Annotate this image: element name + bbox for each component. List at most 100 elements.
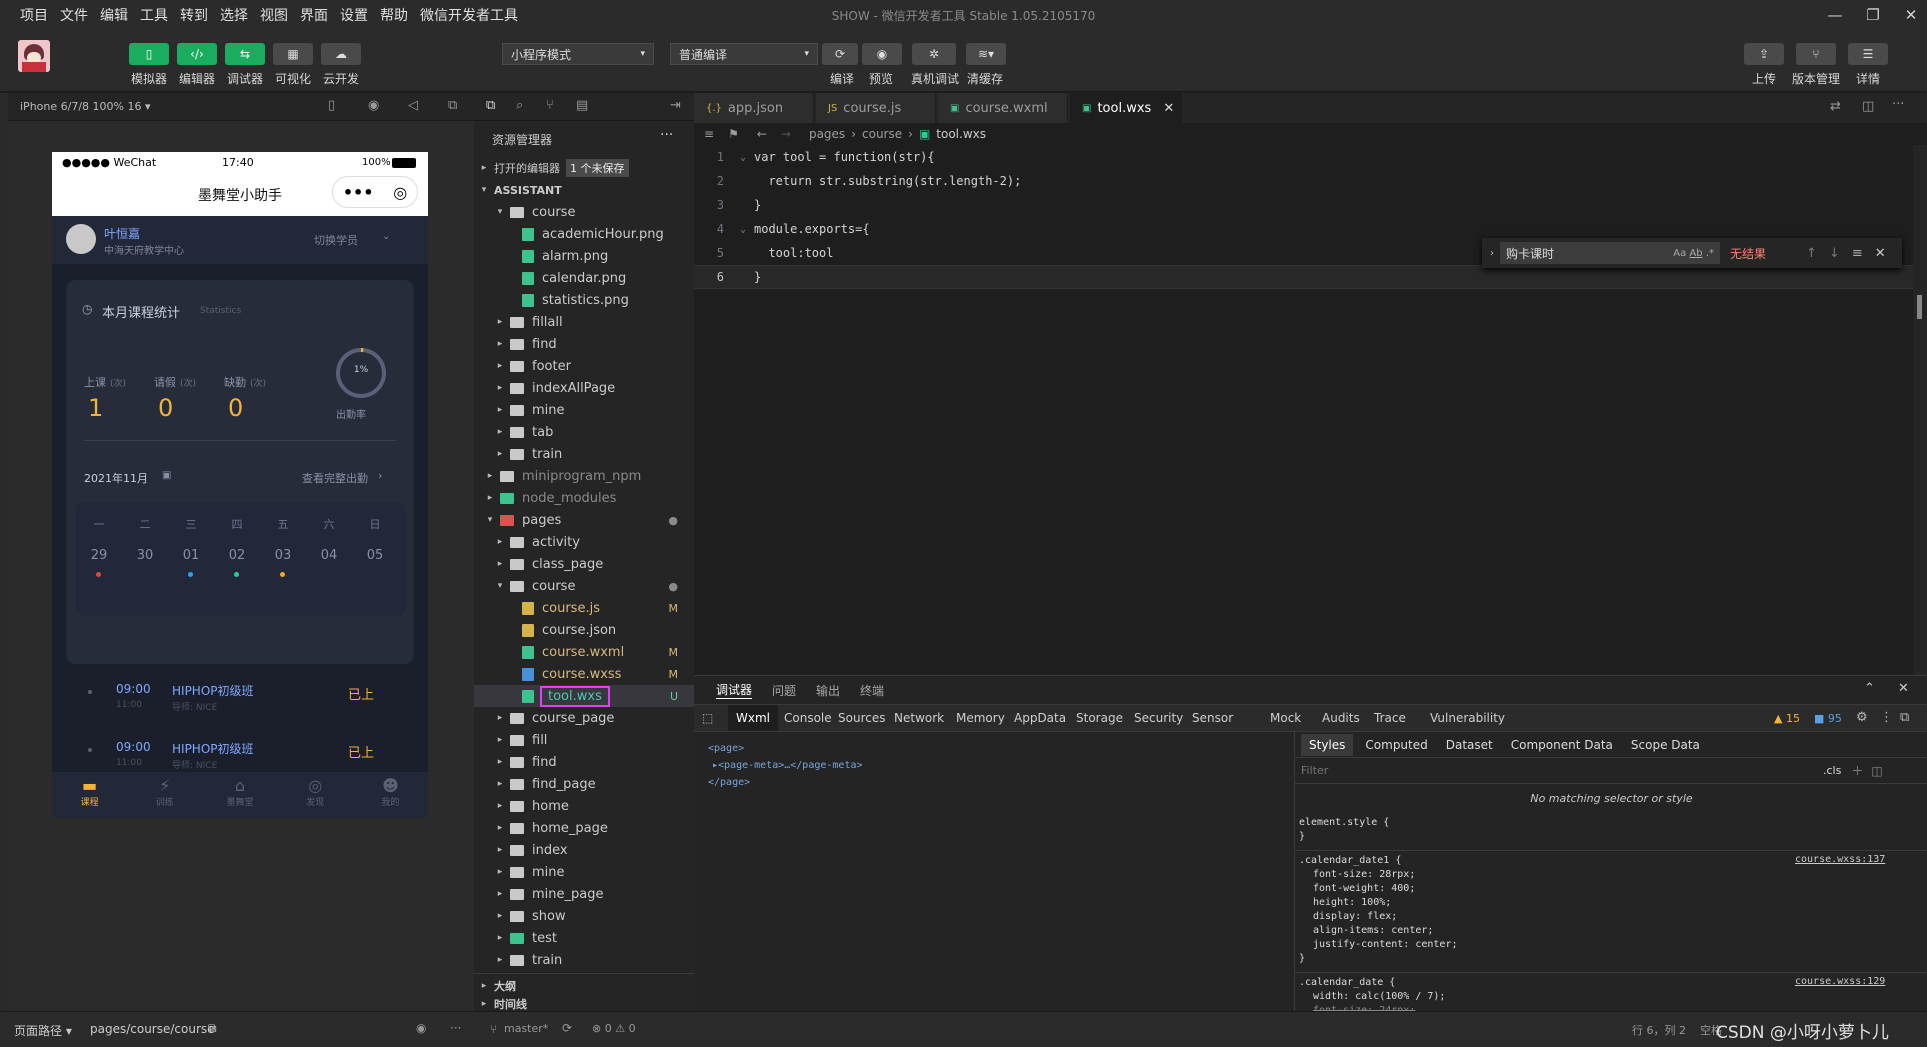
chevron-right-icon[interactable]: › bbox=[1490, 248, 1494, 259]
compile-select[interactable]: 普通编译 ▾ bbox=[670, 43, 818, 65]
page-path-select[interactable]: 页面路径 ▾ bbox=[14, 1022, 72, 1039]
devtools-tab-network[interactable]: Network bbox=[890, 705, 948, 731]
tree-item[interactable]: ▸ activity bbox=[474, 531, 694, 553]
gear-icon[interactable]: ⚙ bbox=[1856, 710, 1868, 725]
tree-item[interactable]: ▸ miniprogram_npm bbox=[474, 465, 694, 487]
simulator-toggle-button[interactable]: ▯ bbox=[129, 43, 169, 65]
tree-arrow-icon[interactable]: ▸ bbox=[494, 559, 506, 569]
cls-toggle[interactable]: .cls bbox=[1823, 764, 1841, 777]
devtools-tab-console[interactable]: Console bbox=[780, 705, 836, 731]
details-button[interactable]: ☰ bbox=[1848, 43, 1888, 65]
tree-item[interactable]: ▸ show bbox=[474, 905, 694, 927]
tab-training[interactable]: ⚡ 训练 bbox=[127, 772, 202, 818]
tab-component-data[interactable]: Component Data bbox=[1505, 734, 1619, 756]
tree-item[interactable]: ▸ train bbox=[474, 949, 694, 971]
tree-arrow-icon[interactable]: ▸ bbox=[494, 911, 506, 921]
tree-arrow-icon[interactable]: ▸ bbox=[484, 493, 496, 503]
volume-icon[interactable]: ◁ bbox=[408, 98, 418, 113]
close-icon[interactable]: ✕ bbox=[1163, 101, 1174, 116]
window-icon[interactable]: ⧉ bbox=[448, 98, 457, 113]
menu-item-project[interactable]: 项目 bbox=[14, 5, 54, 25]
bookmark-icon[interactable]: ⚑ bbox=[728, 127, 739, 141]
sync-icon[interactable]: ⟳ bbox=[562, 1021, 572, 1035]
tab-output[interactable]: 输出 bbox=[816, 682, 840, 699]
calendar-date[interactable]: 30 bbox=[130, 548, 160, 563]
tree-arrow-icon[interactable]: ▸ bbox=[494, 383, 506, 393]
tree-arrow-icon[interactable]: ▸ bbox=[494, 361, 506, 371]
files-icon[interactable]: ⧉ bbox=[486, 98, 495, 113]
menu-item-view[interactable]: 视图 bbox=[254, 5, 294, 25]
editor-tab[interactable]: JS course.js bbox=[816, 93, 936, 123]
arrow-up-icon[interactable]: ↑ bbox=[1806, 246, 1817, 261]
tree-item[interactable]: ▸ find_page bbox=[474, 773, 694, 795]
tab-debugger[interactable]: 调试器 bbox=[716, 681, 753, 699]
clear-cache-button[interactable]: ≋▾ bbox=[966, 43, 1006, 65]
devtools-tab-audits[interactable]: Audits bbox=[1318, 705, 1364, 731]
find-input[interactable]: 购卡课时 Aa Ab .* bbox=[1500, 242, 1720, 264]
more-icon[interactable]: ••• bbox=[343, 183, 374, 202]
tree-item[interactable]: tool.wxs U bbox=[474, 685, 694, 707]
tree-item[interactable]: ▸ class_page bbox=[474, 553, 694, 575]
code-line[interactable]: 3} bbox=[694, 193, 1927, 217]
tree-arrow-icon[interactable]: ▸ bbox=[494, 779, 506, 789]
tree-arrow-icon[interactable]: ▸ bbox=[494, 427, 506, 437]
devtools-tab-wxml[interactable]: Wxml bbox=[728, 705, 778, 731]
tree-item[interactable]: course.wxss M bbox=[474, 663, 694, 685]
selection-icon[interactable]: ≡ bbox=[1852, 246, 1863, 261]
tab-mine[interactable]: ☻ 我的 bbox=[353, 772, 428, 818]
devtools-tab-appdata[interactable]: AppData bbox=[1010, 705, 1070, 731]
code-line[interactable]: 2 return str.substring(str.length-2); bbox=[694, 169, 1927, 193]
css-property[interactable]: font-size: 28rpx; bbox=[1299, 868, 1458, 882]
tree-arrow-icon[interactable]: ▸ bbox=[494, 735, 506, 745]
tree-item[interactable]: ▾ pages ● bbox=[474, 509, 694, 531]
tree-arrow-icon[interactable]: ▾ bbox=[494, 581, 506, 591]
version-button[interactable]: ⑂ bbox=[1796, 43, 1836, 65]
arrow-down-icon[interactable]: ↓ bbox=[1829, 246, 1840, 261]
class-item[interactable]: 09:00 11:00 HIPHOP初级班 导师: NICE 已上 bbox=[52, 672, 428, 726]
calendar-date[interactable]: 01 bbox=[176, 548, 206, 563]
eye-icon[interactable]: ◉ bbox=[416, 1021, 426, 1035]
visual-button[interactable]: ▦ bbox=[273, 43, 313, 65]
tree-arrow-icon[interactable]: ▸ bbox=[494, 317, 506, 327]
tree-item[interactable]: ▸ home_page bbox=[474, 817, 694, 839]
record-icon[interactable]: ◉ bbox=[368, 98, 379, 113]
tree-item[interactable]: ▸ course_page bbox=[474, 707, 694, 729]
wxml-node[interactable]: ▸<page-meta>…</page-meta> bbox=[708, 757, 863, 774]
tree-item[interactable]: ▸ home bbox=[474, 795, 694, 817]
element-style-rule[interactable]: element.style { } bbox=[1299, 816, 1389, 844]
wxml-tree[interactable]: <page> ▸<page-meta>…</page-meta> </page> bbox=[708, 740, 863, 791]
cursor-position[interactable]: 行 6，列 2 bbox=[1632, 1022, 1686, 1038]
tab-home[interactable]: ⌂ 墨舞堂 bbox=[202, 772, 277, 818]
devtools-tab-trace[interactable]: Trace bbox=[1370, 705, 1410, 731]
tree-arrow-icon[interactable]: ▸ bbox=[484, 471, 496, 481]
tree-item[interactable]: ▸ indexAllPage bbox=[474, 377, 694, 399]
close-icon[interactable]: ✕ bbox=[1875, 246, 1886, 261]
editor-tab[interactable]: {.} app.json bbox=[694, 93, 814, 123]
css-property[interactable]: height: 100%; bbox=[1299, 896, 1458, 910]
scroll-thumb[interactable] bbox=[1917, 295, 1922, 319]
problems-count[interactable]: ⊗ 0 ⚠ 0 bbox=[592, 1022, 636, 1035]
devtools-tab-sensor[interactable]: Sensor bbox=[1188, 705, 1237, 731]
target-icon[interactable]: ◎ bbox=[393, 183, 407, 202]
tab-computed[interactable]: Computed bbox=[1359, 734, 1433, 756]
tree-item[interactable]: ▸ mine_page bbox=[474, 883, 694, 905]
code-line[interactable]: 6} bbox=[694, 265, 1927, 289]
tree-item[interactable]: statistics.png bbox=[474, 289, 694, 311]
calendar-date[interactable]: 03 bbox=[268, 548, 298, 563]
chevron-up-icon[interactable]: ⌃ bbox=[1864, 681, 1875, 696]
tree-arrow-icon[interactable]: ▸ bbox=[494, 933, 506, 943]
tree-arrow-icon[interactable]: ▸ bbox=[494, 955, 506, 965]
close-icon[interactable]: ✕ bbox=[1898, 681, 1909, 696]
tree-item[interactable]: ▸ fillall bbox=[474, 311, 694, 333]
css-property[interactable]: display: flex; bbox=[1299, 910, 1458, 924]
tab-problems[interactable]: 问题 bbox=[772, 682, 796, 699]
editor-scrollbar[interactable] bbox=[1913, 145, 1927, 675]
tree-item[interactable]: ▾ course ● bbox=[474, 575, 694, 597]
collapse-panel-icon[interactable]: ⇥ bbox=[670, 98, 681, 113]
tree-arrow-icon[interactable]: ▸ bbox=[494, 801, 506, 811]
tree-arrow-icon[interactable]: ▸ bbox=[494, 889, 506, 899]
compile-button[interactable]: ⟳ bbox=[822, 43, 858, 65]
preview-button[interactable]: ◉ bbox=[862, 43, 902, 65]
inspect-icon[interactable]: ⬚ bbox=[702, 711, 713, 725]
breadcrumb-file[interactable]: tool.wxs bbox=[936, 127, 986, 141]
